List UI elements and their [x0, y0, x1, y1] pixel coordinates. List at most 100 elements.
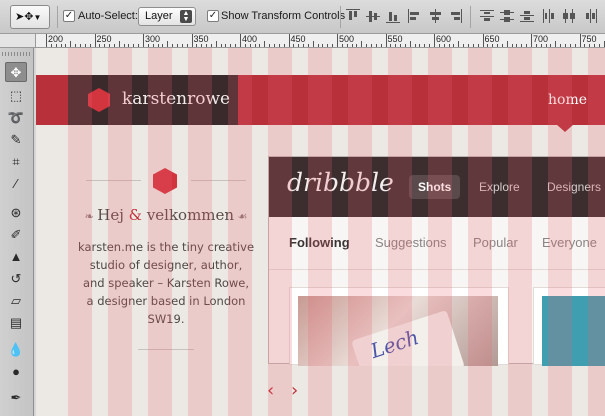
ruler-tick	[254, 44, 256, 47]
distribute-top-icon[interactable]	[480, 9, 494, 23]
ruler-tick	[390, 44, 392, 47]
distribute-bottom-icon[interactable]	[520, 9, 534, 23]
nav-home-link[interactable]: home	[548, 92, 587, 108]
ruler-tick	[535, 44, 537, 47]
ruler-tick	[283, 44, 285, 47]
auto-select-dropdown[interactable]: Layer ▲ ▼	[138, 7, 196, 26]
ruler-tick	[560, 44, 562, 47]
ruler-tick	[361, 41, 363, 47]
ruler-tick	[569, 44, 571, 47]
ruler-tick	[249, 44, 251, 47]
subtab-suggestions[interactable]: Suggestions	[375, 235, 447, 250]
shot-card[interactable]: Lech	[289, 287, 509, 366]
tool-preset-picker[interactable]: ➤✥▼	[10, 5, 50, 29]
ruler-tick	[341, 44, 343, 47]
horizontal-ruler[interactable]: 200 250 300 350 400 450 500 550 600 650 700 750	[36, 34, 605, 48]
lasso-tool-icon[interactable]: ➰	[5, 108, 27, 128]
prev-arrow-icon[interactable]: ‹	[267, 380, 274, 401]
ruler-tick	[332, 44, 334, 47]
tab-designers[interactable]: Designers	[538, 175, 605, 199]
ruler-tick	[370, 44, 372, 47]
align-bottom-icon[interactable]	[386, 9, 400, 23]
ruler-tick	[70, 41, 72, 47]
ruler-tick	[424, 44, 426, 47]
ruler-tick	[395, 44, 397, 47]
ruler-label: 650	[484, 34, 500, 44]
ruler-tick	[487, 44, 489, 47]
ruler-tick	[327, 44, 329, 47]
show-transform-checkbox[interactable]: ✓	[207, 10, 219, 22]
ruler-tick	[79, 44, 81, 47]
ruler-tick	[147, 44, 149, 47]
nav-active-pointer	[556, 124, 574, 132]
dribbble-logo[interactable]: dribbble	[287, 168, 394, 197]
tab-explore[interactable]: Explore	[470, 175, 529, 199]
options-bar: ➤✥▼ ✓ Auto-Select: Layer ▲ ▼ ✓ Show Trans…	[0, 0, 605, 34]
distribute-hcenter-icon[interactable]	[562, 9, 576, 23]
ruler-label: 700	[533, 34, 549, 44]
ruler-tick	[400, 44, 402, 47]
history-brush-tool-icon[interactable]: ↺	[5, 269, 27, 289]
distribute-left-icon[interactable]	[542, 9, 556, 23]
spot-healing-tool-icon[interactable]: ⊛	[5, 203, 27, 223]
blur-tool-icon[interactable]: 💧	[5, 340, 27, 360]
ruler-tick	[123, 44, 125, 47]
shot-thumbnail	[542, 296, 605, 366]
align-right-icon[interactable]	[448, 9, 462, 23]
eraser-tool-icon[interactable]: ▱	[5, 291, 27, 311]
ruler-tick	[477, 44, 479, 47]
hexagon-icon	[153, 168, 177, 194]
distribute-vcenter-icon[interactable]	[500, 9, 514, 23]
ruler-tick	[118, 41, 120, 47]
ruler-tick	[589, 44, 591, 47]
shot-card[interactable]	[533, 287, 605, 366]
ruler-tick	[555, 41, 557, 47]
ornament-right-icon: ☙	[234, 210, 248, 223]
align-vcenter-icon[interactable]	[366, 9, 380, 23]
ruler-tick	[419, 44, 421, 47]
ruler-tick	[94, 34, 96, 47]
ruler-tick	[429, 44, 431, 47]
gradient-tool-icon[interactable]: ▤	[5, 313, 27, 333]
chevron-down-icon: ▼	[33, 13, 42, 22]
ruler-tick	[50, 44, 52, 47]
distribute-right-icon[interactable]	[584, 9, 598, 23]
tab-shots[interactable]: Shots	[409, 175, 461, 199]
site-logo[interactable]: karstenrowe	[68, 75, 238, 125]
marquee-tool-icon[interactable]: ⬚	[5, 86, 27, 106]
ruler-tick	[497, 44, 499, 47]
align-top-icon[interactable]	[346, 9, 360, 23]
ruler-tick	[307, 44, 309, 47]
dodge-tool-icon[interactable]: ●	[5, 362, 27, 382]
document-canvas[interactable]: karstenrowe home ❧ Hej & velkommen ☙ kar…	[36, 48, 605, 416]
ruler-tick	[434, 34, 435, 47]
next-arrow-icon[interactable]: ›	[291, 380, 298, 401]
auto-select-checkbox[interactable]: ✓	[63, 10, 75, 22]
ruler-tick	[501, 44, 503, 47]
ruler-tick	[409, 41, 411, 47]
align-hcenter-icon[interactable]	[428, 9, 442, 23]
subtab-popular[interactable]: Popular	[473, 235, 518, 250]
eyedropper-tool-icon[interactable]: ⁄	[5, 174, 27, 194]
ruler-tick	[75, 44, 77, 47]
ruler-label: 400	[242, 34, 258, 44]
ruler-tick	[172, 44, 174, 47]
pen-tool-icon[interactable]: ✒	[5, 388, 27, 408]
subtab-everyone[interactable]: Everyone	[542, 235, 597, 250]
brush-tool-icon[interactable]: ✐	[5, 225, 27, 245]
align-left-icon[interactable]	[408, 9, 422, 23]
subtab-following[interactable]: Following	[289, 235, 350, 250]
crop-tool-icon[interactable]: ⌗	[5, 152, 27, 172]
panel-grip[interactable]	[2, 52, 32, 56]
ruler-tick	[521, 44, 523, 47]
welcome-body: karsten.me is the tiny creative studio o…	[78, 240, 255, 326]
ruler-tick	[312, 41, 314, 47]
quick-select-tool-icon[interactable]: ✎	[5, 130, 27, 150]
welcome-title-word: velkommen	[146, 206, 235, 224]
ruler-origin[interactable]	[0, 34, 36, 48]
ruler-tick	[65, 44, 67, 47]
ruler-tick	[215, 41, 217, 47]
ruler-tick	[259, 44, 261, 47]
move-tool-icon[interactable]: ✥	[5, 62, 27, 82]
clone-stamp-tool-icon[interactable]: ▲	[5, 247, 27, 267]
